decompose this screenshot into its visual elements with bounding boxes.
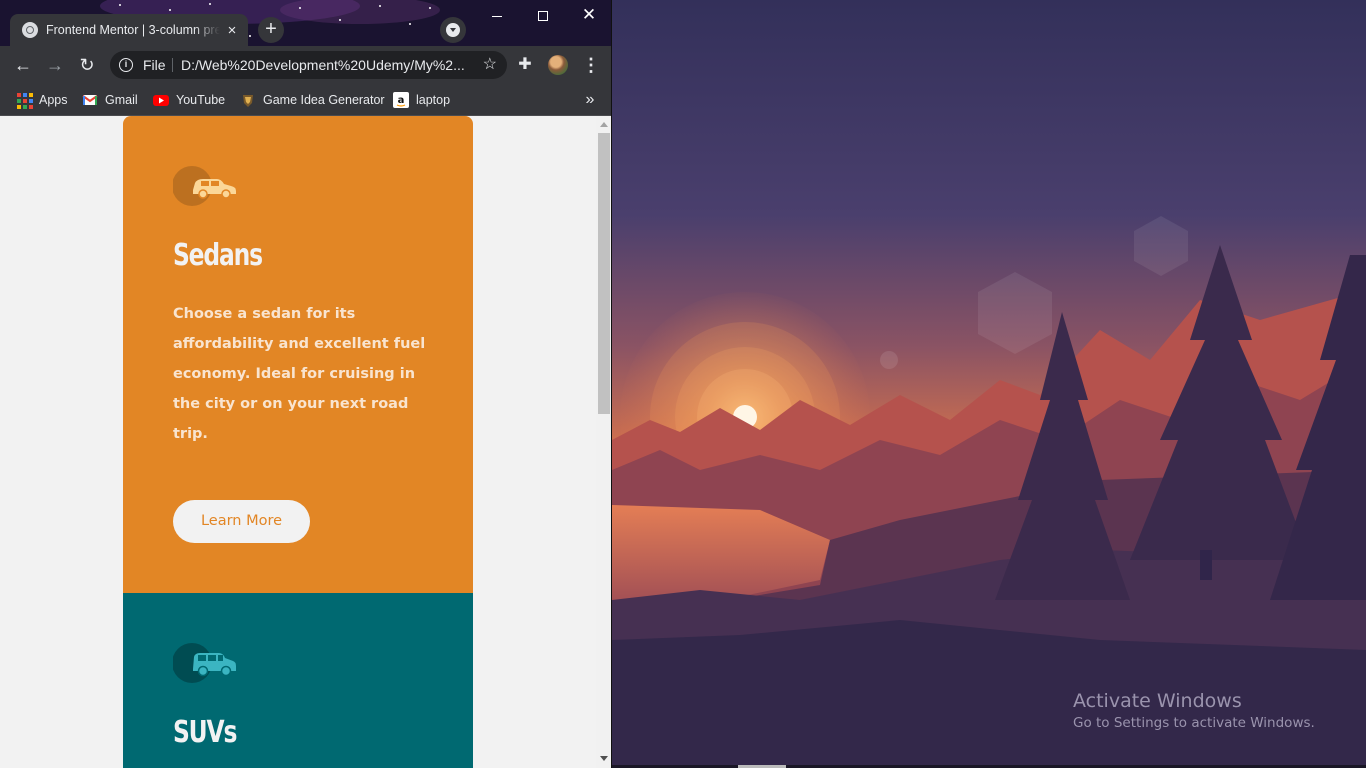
sedan-card: Sedans Choose a sedan for its affordabil… [123,116,473,593]
bookmark-star-icon[interactable]: ☆ [483,51,497,79]
gmail-icon [82,95,98,105]
sedan-card-title: Sedans [173,238,263,273]
scrollbar-thumb[interactable] [598,133,610,414]
page-scrollbar[interactable] [596,116,611,768]
svg-text:a: a [398,95,405,106]
close-window-button[interactable]: ✕ [566,0,611,30]
activate-windows-subtitle: Go to Settings to activate Windows. [1073,715,1315,731]
profile-avatar[interactable] [548,55,568,75]
bookmark-label: Game Idea Generator [263,93,385,107]
globe-icon [22,22,38,38]
new-tab-button[interactable]: + [258,17,284,43]
tab-title: Frontend Mentor | 3-column preview card … [46,23,220,37]
bookmark-label: Apps [39,93,68,107]
suv-card: SUVs [123,593,473,768]
activate-windows-title: Activate Windows [1073,690,1242,712]
minimize-icon [492,15,502,17]
browser-tab-active[interactable]: Frontend Mentor | 3-column preview card … [10,14,248,46]
apps-grid-icon [16,92,33,109]
bookmark-apps[interactable]: Apps [16,88,68,112]
bookmark-gmail[interactable]: Gmail [82,88,138,112]
sedan-learn-more-button[interactable]: Learn More [173,500,310,543]
youtube-icon [153,95,169,106]
bookmark-youtube[interactable]: YouTube [153,88,225,112]
page-viewport: Sedans Choose a sedan for its affordabil… [0,116,596,768]
scroll-up-arrow-icon[interactable] [600,122,608,127]
title-bar: Frontend Mentor | 3-column preview card … [0,0,611,46]
chevron-down-icon [446,23,460,37]
browser-menu-icon[interactable]: ⋮ [580,52,602,78]
browser-toolbar: ← → ↻ i File D:/Web%20Development%20Udem… [0,46,611,84]
reload-button[interactable]: ↻ [74,52,100,78]
bookmark-label: YouTube [176,93,226,107]
activate-windows-watermark: Activate Windows Go to Settings to activ… [1073,689,1315,733]
forward-button[interactable]: → [42,52,68,78]
maximize-button[interactable] [520,0,566,30]
minimize-button[interactable] [474,0,520,30]
bookmarks-overflow-button[interactable]: » [580,88,600,112]
scroll-down-arrow-icon[interactable] [600,756,608,761]
info-icon[interactable]: i [119,58,133,72]
suv-car-icon [173,643,236,683]
sedan-car-icon [173,166,236,206]
bookmark-laptop[interactable]: a laptop [393,88,450,112]
tab-search-button[interactable] [440,17,466,43]
maximize-icon [538,11,548,22]
suv-card-title: SUVs [173,715,237,750]
address-scheme-label: File [143,57,166,73]
bookmark-label: laptop [416,93,451,107]
bookmark-game-idea-generator[interactable]: Game Idea Generator [240,88,385,112]
address-url[interactable]: D:/Web%20Development%20Udemy/My%2... [181,51,465,79]
back-button[interactable]: ← [10,52,36,78]
extensions-puzzle-icon[interactable]: ✚ [514,54,536,76]
sedan-card-description: Choose a sedan for its affordability and… [173,306,426,442]
bookmark-label: Gmail [105,93,138,107]
address-divider [172,58,173,72]
tab-close-icon[interactable]: × [224,22,240,39]
crown-shield-icon [243,95,253,107]
amazon-icon: a [393,92,409,108]
bookmarks-bar: Apps Gmail YouTube Game Idea Generator a… [0,84,611,116]
address-bar[interactable]: i File D:/Web%20Development%20Udemy/My%2… [110,51,507,79]
browser-window: Frontend Mentor | 3-column preview card … [0,0,612,768]
